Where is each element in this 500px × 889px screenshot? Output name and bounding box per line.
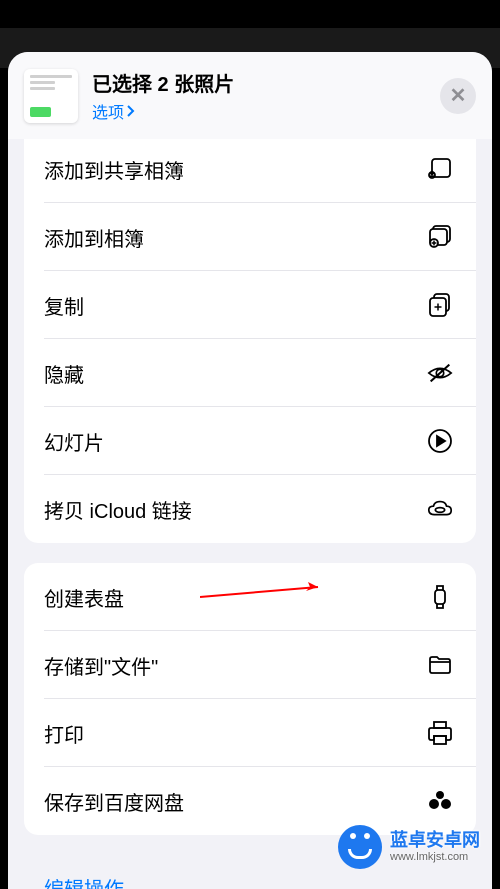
copy-icon	[424, 289, 456, 321]
save-to-files-row[interactable]: 存储到"文件"	[24, 631, 476, 699]
person-album-icon	[424, 153, 456, 185]
row-label: 隐藏	[44, 359, 84, 388]
row-label: 复制	[44, 291, 84, 320]
row-label: 存储到"文件"	[44, 651, 158, 680]
play-circle-icon	[424, 425, 456, 457]
selection-thumbnail	[24, 69, 78, 123]
annotation-arrow	[200, 582, 330, 602]
row-label: 保存到百度网盘	[44, 787, 184, 816]
status-bar	[0, 0, 500, 28]
print-icon	[424, 717, 456, 749]
add-album-icon	[424, 221, 456, 253]
share-sheet: 已选择 2 张照片 选项 ✕ 添加到共享相簿 添加到相簿	[8, 52, 492, 889]
hide-row[interactable]: 隐藏	[24, 339, 476, 407]
watermark-logo-icon	[338, 825, 382, 869]
slideshow-row[interactable]: 幻灯片	[24, 407, 476, 475]
row-label: 创建表盘	[44, 583, 124, 612]
row-label: 拷贝 iCloud 链接	[44, 495, 192, 524]
action-group-2: 创建表盘 存储到"文件" 打印 保存到百度网盘	[24, 563, 476, 835]
watermark: 蓝卓安卓网 www.lmkjst.com	[338, 825, 480, 869]
print-row[interactable]: 打印	[24, 699, 476, 767]
sheet-header: 已选择 2 张照片 选项 ✕	[8, 52, 492, 139]
row-label: 添加到共享相簿	[44, 155, 184, 184]
cloud-link-icon	[424, 493, 456, 525]
chevron-right-icon	[126, 105, 136, 117]
close-icon: ✕	[450, 83, 467, 108]
copy-row[interactable]: 复制	[24, 271, 476, 339]
baidu-icon	[424, 785, 456, 817]
add-shared-album-row[interactable]: 添加到共享相簿	[24, 139, 476, 203]
copy-icloud-link-row[interactable]: 拷贝 iCloud 链接	[24, 475, 476, 543]
selection-title: 已选择 2 张照片	[92, 68, 426, 97]
close-button[interactable]: ✕	[440, 78, 476, 114]
watch-icon	[424, 581, 456, 613]
watermark-url: www.lmkjst.com	[390, 851, 480, 863]
row-label: 打印	[44, 719, 84, 748]
eye-slash-icon	[424, 357, 456, 389]
row-label: 幻灯片	[44, 427, 104, 456]
action-group-1: 添加到共享相簿 添加到相簿 复制 隐藏	[24, 139, 476, 543]
add-album-row[interactable]: 添加到相簿	[24, 203, 476, 271]
folder-icon	[424, 649, 456, 681]
row-label: 添加到相簿	[44, 223, 144, 252]
actions-list: 添加到共享相簿 添加到相簿 复制 隐藏	[8, 139, 492, 889]
options-link[interactable]: 选项	[92, 99, 426, 123]
watermark-name: 蓝卓安卓网	[390, 831, 480, 851]
